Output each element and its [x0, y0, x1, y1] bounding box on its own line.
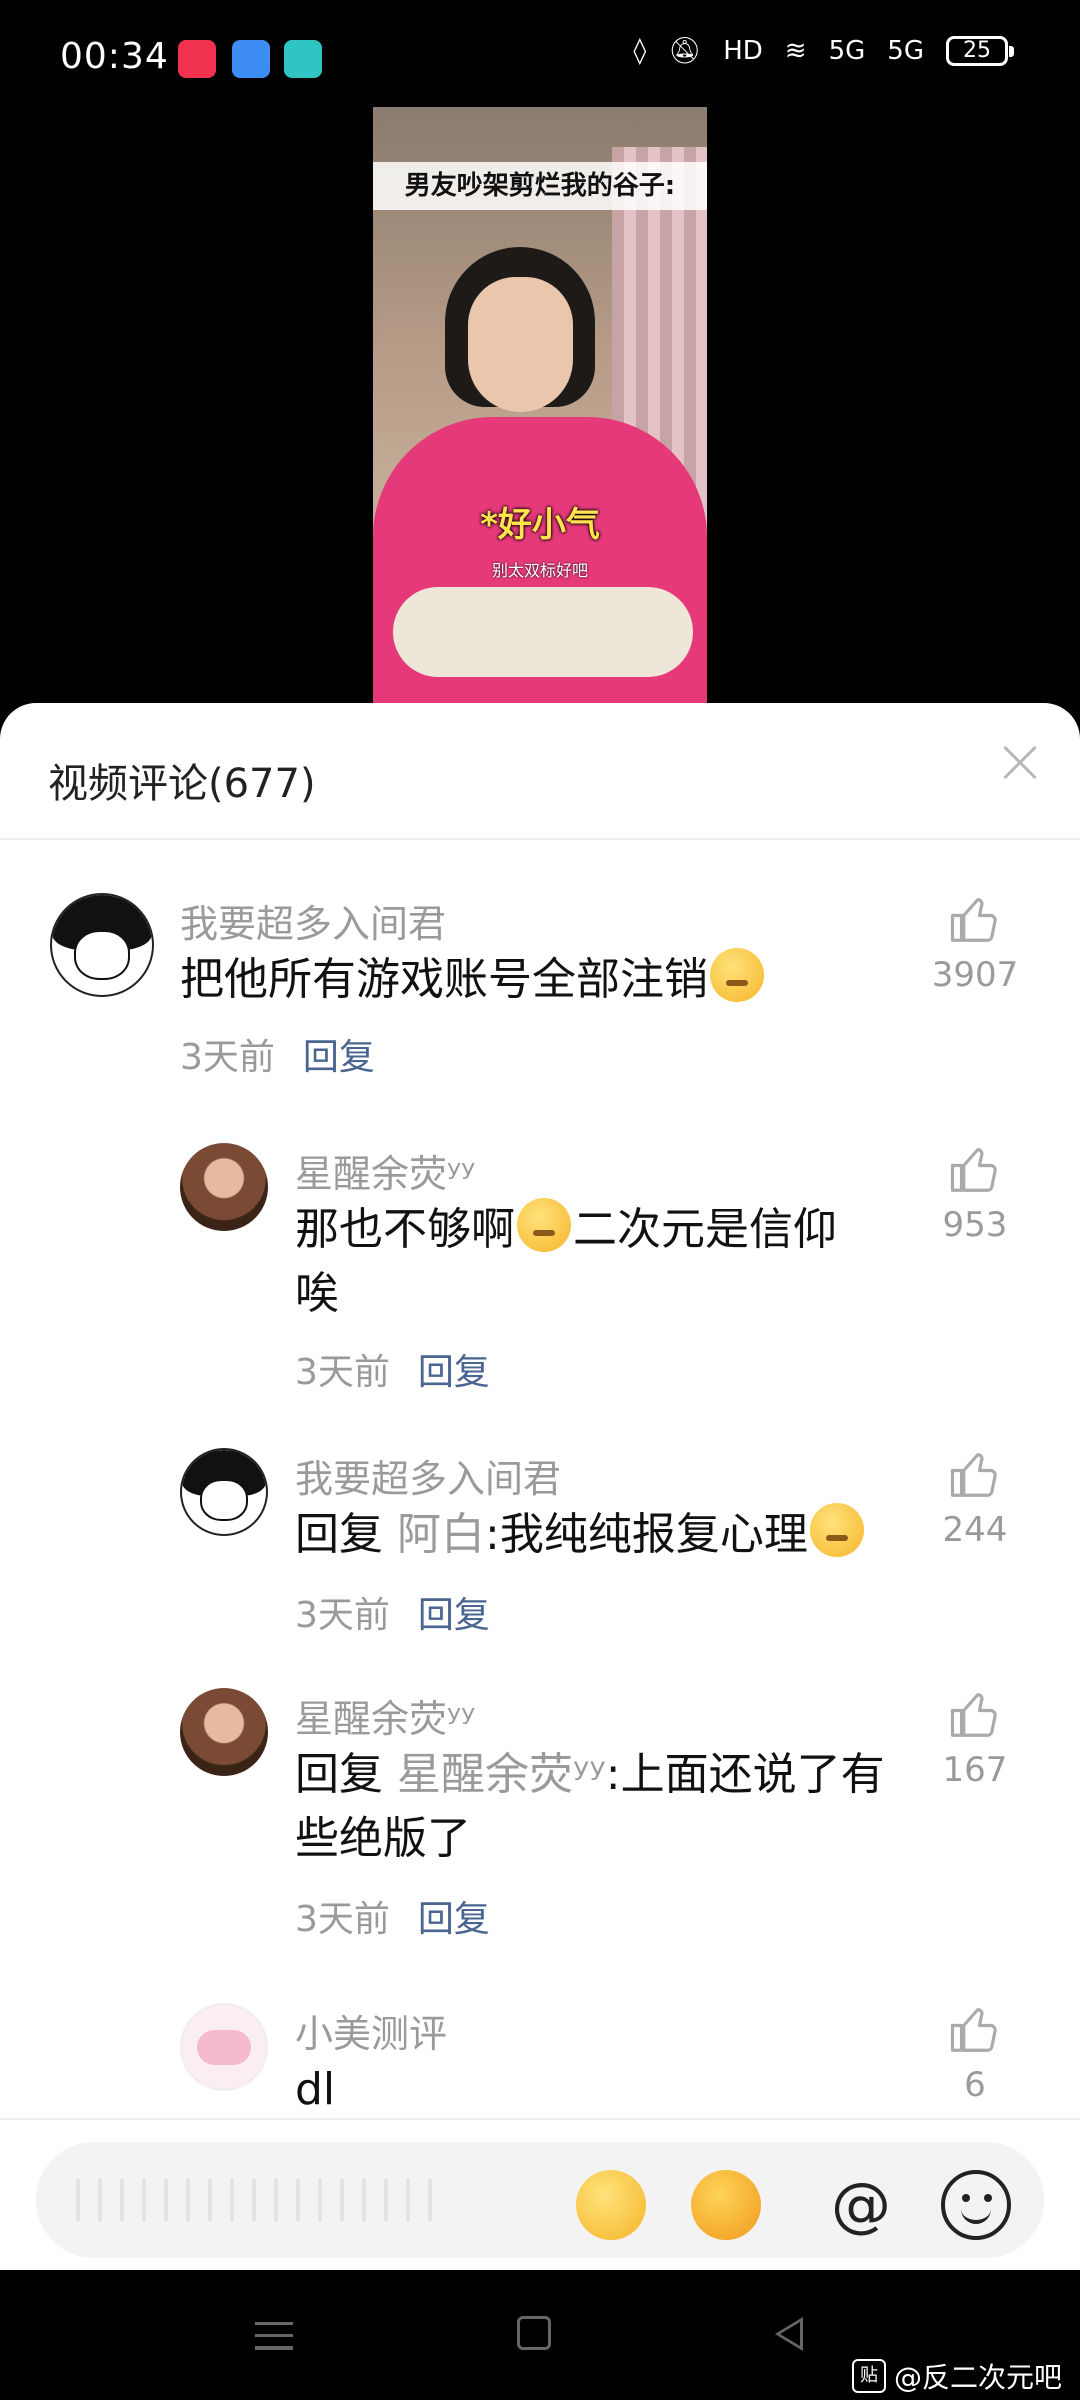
thumbs-up-icon	[950, 2008, 997, 2052]
comment-time: 3天前	[295, 1595, 390, 1636]
at-icon[interactable]: @	[826, 2170, 896, 2240]
reply-button[interactable]: 回复	[418, 1899, 490, 1940]
reply-item: 小美测评 dl 6	[0, 2003, 1080, 2123]
mute-icon: 🔕︎	[668, 36, 702, 66]
tieba-logo-icon: 贴	[851, 2359, 886, 2393]
video-subtitle: *好小气	[480, 505, 600, 545]
like-button[interactable]: 244	[900, 1448, 1050, 1550]
video-frame-figure	[393, 587, 693, 677]
like-button[interactable]: 6	[900, 2003, 1050, 2105]
thumbs-up-icon	[950, 1453, 997, 1497]
reply-item: 星醒余荧ʸʸ 回复 星醒余荧ʸʸ:上面还说了有 些绝版了 3天前 回复 167	[0, 1688, 1080, 1958]
like-count: 167	[942, 1750, 1008, 1790]
comment-text-body: 些绝版了	[295, 1813, 471, 1864]
emoji-picker-icon[interactable]	[941, 2170, 1011, 2240]
reply-button[interactable]: 回复	[303, 1037, 375, 1078]
video-subtitle-small: 别太双标好吧	[491, 561, 588, 580]
signal-5g-icon: 5G	[828, 36, 866, 66]
hd-icon: HD	[723, 36, 763, 66]
video-frame-figure	[468, 277, 573, 412]
comment-meta: 3天前 回复	[295, 1890, 490, 1942]
watermark: 贴 @反二次元吧	[851, 2356, 1062, 2396]
reply-target-username[interactable]: 星醒余荧ʸʸ	[397, 1749, 606, 1800]
comment-text-body: 二次元是信仰	[573, 1204, 837, 1255]
comment-username[interactable]: 小美测评	[295, 2003, 447, 2058]
comment-text-body: 把他所有游戏账号全部注销	[180, 954, 708, 1005]
home-icon[interactable]	[517, 2316, 551, 2350]
video-player[interactable]: 男友吵架剪烂我的谷子: *好小气 别太双标好吧	[373, 107, 707, 707]
thumbs-up-icon	[950, 1148, 997, 1192]
like-count: 3907	[931, 955, 1019, 995]
reply-prefix: 回复	[295, 1749, 383, 1800]
reply-item: 我要超多入间君 回复 阿白:我纯纯报复心理 3天前 回复 244	[0, 1448, 1080, 1648]
avatar[interactable]	[180, 2003, 268, 2091]
grin-emoji-icon[interactable]	[691, 2170, 761, 2240]
like-button[interactable]: 953	[900, 1143, 1050, 1245]
comment-text-body: 唉	[295, 1268, 339, 1319]
video-app-notification-icon	[178, 40, 216, 78]
comment-time: 3天前	[295, 1352, 390, 1393]
status-bar: 00:34 ◊ 🔕︎ HD ≋ 5G 5G 25	[0, 0, 1080, 110]
thumbs-up-icon	[950, 1693, 997, 1737]
comment-text: 那也不够啊 二次元是信仰唉	[295, 1198, 935, 1326]
app-notification-icon	[232, 40, 270, 78]
comment-text-body: :我纯纯报复心理	[485, 1509, 808, 1560]
video-caption: 男友吵架剪烂我的谷子:	[373, 162, 707, 210]
kissing-emoji-icon	[809, 1503, 864, 1557]
avatar[interactable]	[50, 893, 154, 997]
comment-text: 回复 阿白:我纯纯报复心理	[295, 1503, 866, 1567]
comment-text-body: 那也不够啊	[295, 1204, 515, 1255]
clock: 00:34	[60, 36, 169, 77]
crying-emoji-icon	[517, 1198, 571, 1252]
comment-time: 3天前	[295, 1899, 390, 1940]
comment-meta: 3天前 回复	[295, 1586, 490, 1638]
like-button[interactable]: 3907	[900, 893, 1050, 995]
thumbs-up-icon	[950, 898, 997, 942]
comment-username[interactable]: 星醒余荧ʸʸ	[295, 1688, 475, 1743]
comment-username[interactable]: 我要超多入间君	[180, 893, 446, 948]
like-count: 244	[942, 1510, 1008, 1550]
comment-username[interactable]: 星醒余荧ʸʸ	[295, 1143, 475, 1198]
laughing-tears-emoji-icon[interactable]	[576, 2170, 646, 2240]
comment-input-bar: @	[0, 2118, 1080, 2272]
relieved-emoji-icon	[710, 948, 764, 1002]
comment-text-body: :上面还说了有	[605, 1749, 885, 1800]
comment-text: 把他所有游戏账号全部注销	[180, 948, 766, 1012]
system-nav-bar: 贴 @反二次元吧	[0, 2270, 1080, 2400]
comment-item: 我要超多入间君 把他所有游戏账号全部注销 3天前 回复 3907	[0, 893, 1080, 1093]
comment-meta: 3天前 回复	[295, 1343, 490, 1395]
chat-app-notification-icon	[284, 40, 322, 78]
comment-input[interactable]: @	[36, 2142, 1044, 2258]
back-icon[interactable]	[775, 2317, 803, 2351]
wifi-icon: ≋	[784, 36, 807, 66]
comments-sheet: 视频评论(677) 我要超多入间君 把他所有游戏账号全部注销 3天前 回复 390…	[0, 703, 1080, 2270]
menu-icon[interactable]	[255, 2322, 293, 2350]
comment-time: 3天前	[180, 1037, 275, 1078]
reply-target-username[interactable]: 阿白	[397, 1509, 485, 1560]
battery-icon: 25	[946, 36, 1014, 66]
drop-icon: ◊	[633, 36, 647, 66]
comments-title: 视频评论(677)	[48, 761, 316, 807]
avatar[interactable]	[180, 1448, 268, 1536]
like-count: 6	[964, 2065, 986, 2105]
like-button[interactable]: 167	[900, 1688, 1050, 1790]
signal-5g-icon: 5G	[887, 36, 924, 66]
reply-button[interactable]: 回复	[418, 1352, 490, 1393]
avatar[interactable]	[180, 1688, 268, 1776]
comment-input-placeholder	[76, 2178, 436, 2222]
reply-item: 星醒余荧ʸʸ 那也不够啊 二次元是信仰唉 3天前 回复 953	[0, 1143, 1080, 1413]
reply-prefix: 回复	[295, 1509, 383, 1560]
comment-text: 回复 星醒余荧ʸʸ:上面还说了有些绝版了	[295, 1743, 935, 1871]
sheet-header: 视频评论(677)	[0, 703, 1080, 840]
comment-text: dl	[295, 2064, 336, 2115]
reply-button[interactable]: 回复	[418, 1595, 490, 1636]
comment-meta: 3天前 回复	[180, 1028, 375, 1080]
status-icons: ◊ 🔕︎ HD ≋ 5G 5G 25	[633, 36, 1014, 66]
close-button[interactable]	[990, 733, 1050, 793]
like-count: 953	[942, 1205, 1008, 1245]
comment-username[interactable]: 我要超多入间君	[295, 1448, 561, 1503]
watermark-text: @反二次元吧	[893, 2361, 1062, 2394]
avatar[interactable]	[180, 1143, 268, 1231]
